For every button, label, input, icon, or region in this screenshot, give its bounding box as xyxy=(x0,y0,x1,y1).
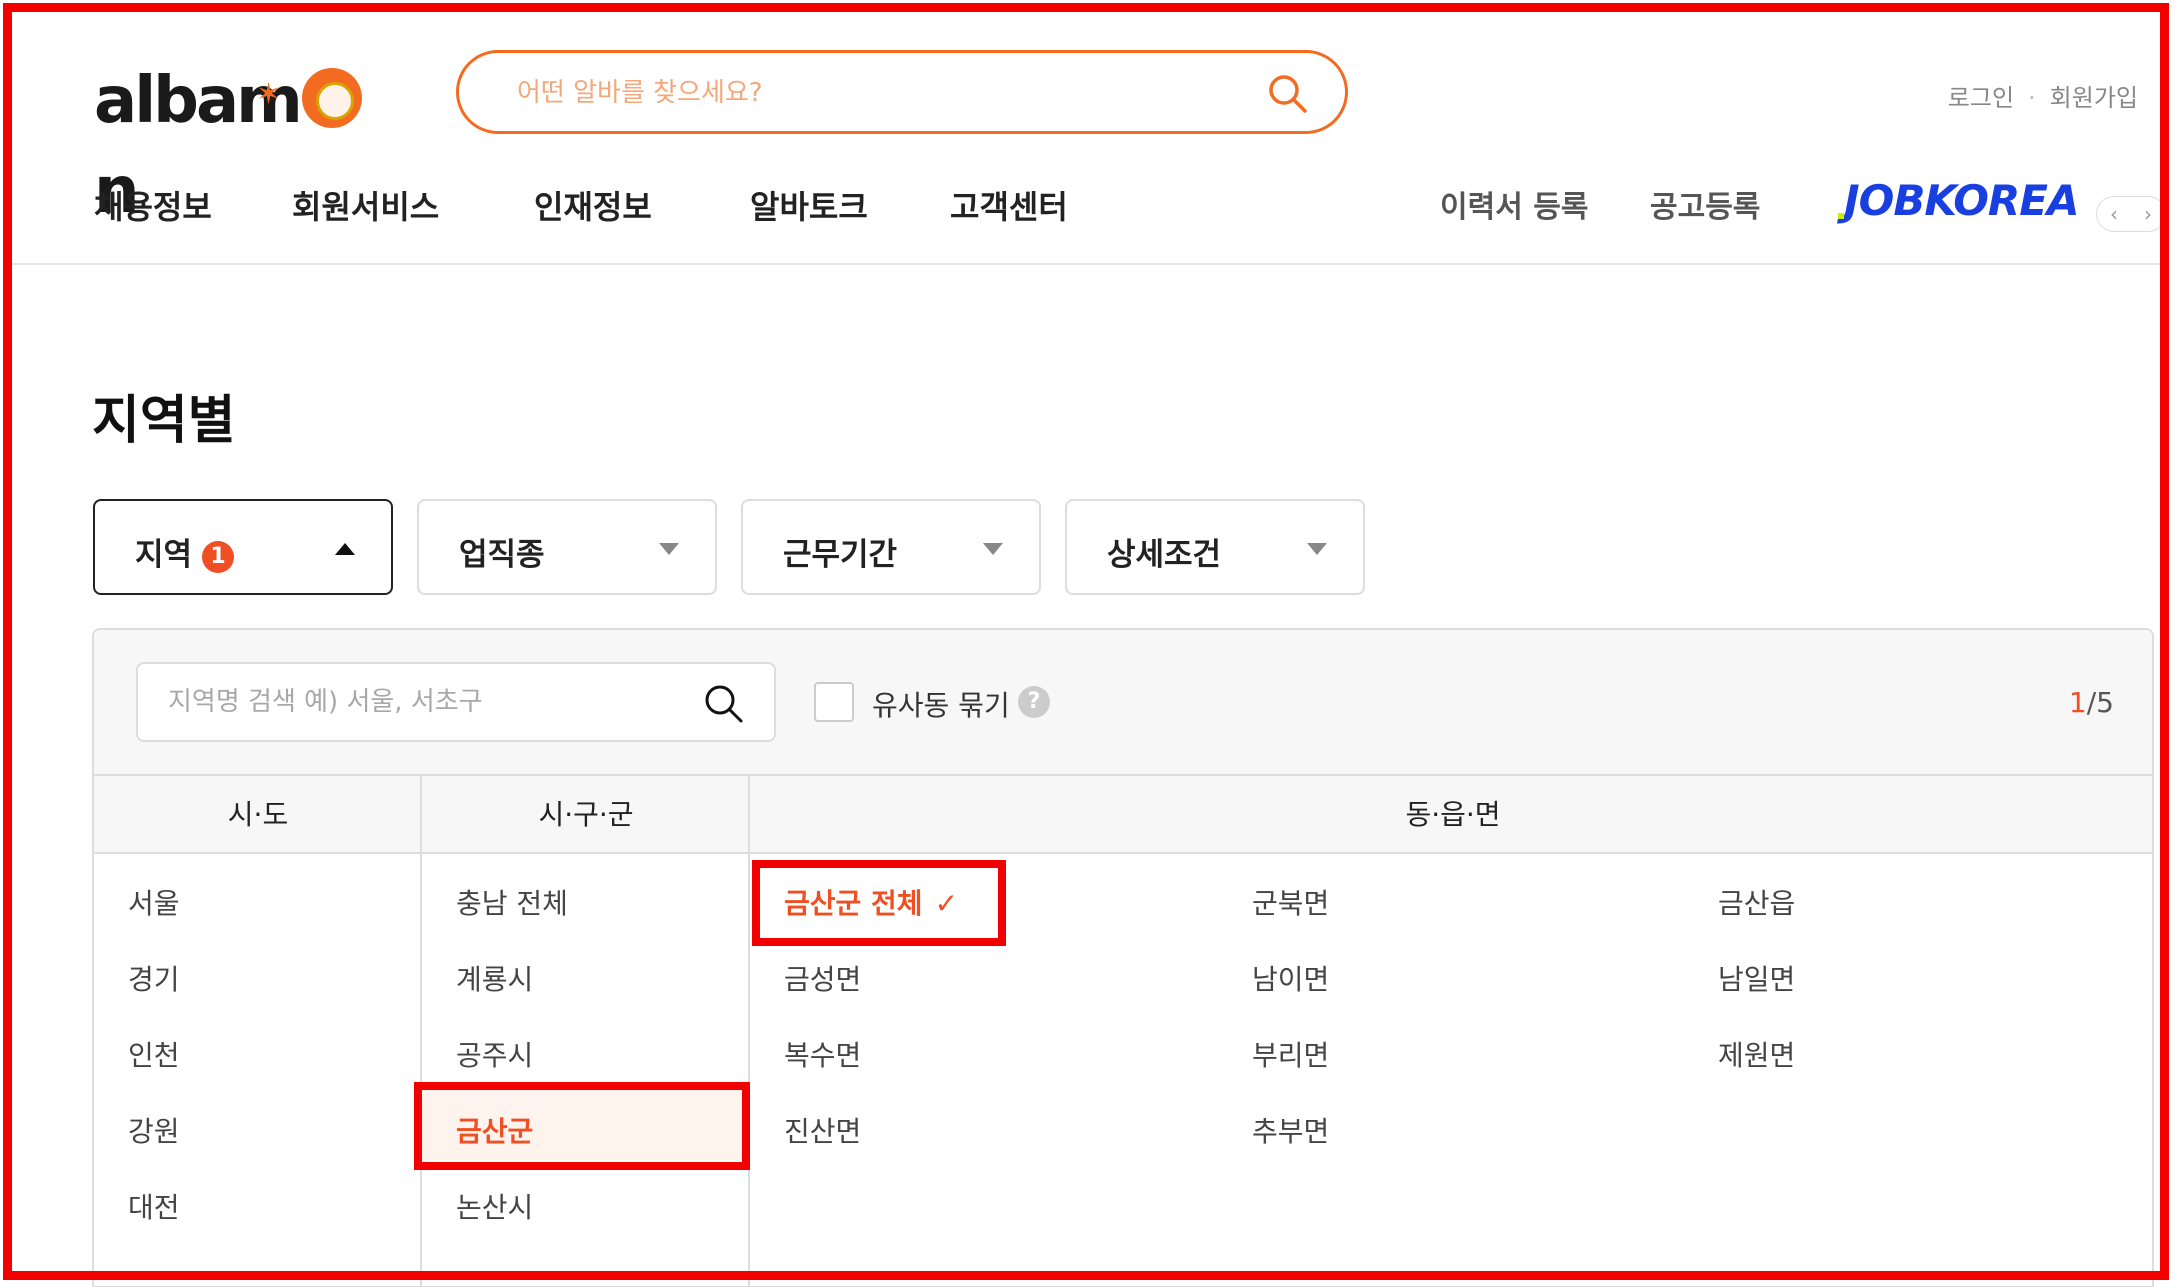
dong-item[interactable]: 추부면 xyxy=(1252,1110,1329,1150)
search-icon[interactable] xyxy=(702,682,744,724)
dong-item-selected[interactable]: 금산군 전체 ✓ xyxy=(784,882,958,922)
filter-work-period-label: 근무기간 xyxy=(783,537,898,573)
logo-mascot-icon xyxy=(301,68,362,128)
job-post-link[interactable]: 공고등록 xyxy=(1650,182,1760,226)
filter-region[interactable]: 지역 1 xyxy=(93,499,393,595)
column-divider xyxy=(420,776,422,1286)
dong-item[interactable]: 진산면 xyxy=(784,1110,861,1150)
signup-link[interactable]: 회원가입 xyxy=(2050,78,2138,113)
sido-item[interactable]: 서울 xyxy=(128,882,180,922)
main-search-input[interactable] xyxy=(517,69,1217,117)
sigungu-item[interactable]: 공주시 xyxy=(456,1034,533,1074)
nav-item-member-services[interactable]: 회원서비스 xyxy=(292,182,439,228)
dong-item[interactable]: 금성면 xyxy=(784,958,861,998)
region-search-input[interactable] xyxy=(168,682,688,722)
caret-down-icon xyxy=(1307,543,1327,555)
region-panel: 유사동 묶기 ? 1/5 시·도 시·구·군 동·읍·면 서울 경기 인천 강원… xyxy=(92,628,2154,1287)
dong-item[interactable]: 제원면 xyxy=(1718,1034,1795,1074)
logo-horns-icon: ✶ xyxy=(256,77,282,112)
filter-job-type-label: 업직종 xyxy=(459,537,545,573)
page-title: 지역별 xyxy=(92,391,236,451)
dong-item[interactable]: 군북면 xyxy=(1252,882,1329,922)
nav-item-support[interactable]: 고객센터 xyxy=(950,182,1068,228)
sido-item[interactable]: 강원 xyxy=(128,1110,180,1150)
sido-item[interactable]: 대전 xyxy=(128,1186,180,1226)
dong-item[interactable]: 남이면 xyxy=(1252,958,1329,998)
merge-similar-label[interactable]: 유사동 묶기 xyxy=(872,684,1010,724)
sido-item[interactable]: 경기 xyxy=(128,958,180,998)
filter-region-label: 지역 1 xyxy=(135,529,235,574)
column-divider xyxy=(748,776,750,1286)
column-header-dong: 동·읍·면 xyxy=(750,776,2152,854)
search-icon[interactable] xyxy=(1265,71,1309,115)
column-header-sigungu: 시·구·군 xyxy=(422,776,750,854)
chevron-left-icon[interactable]: ‹ xyxy=(2110,202,2118,226)
sigungu-item-selected[interactable]: 금산군 xyxy=(456,1110,533,1150)
site-header: albamn ✶ 로그인 · 회원가입 채용정보 회원서비스 인재정보 알바토크 고… xyxy=(12,12,2166,265)
chevron-right-icon[interactable]: › xyxy=(2144,202,2152,226)
nav-item-talent[interactable]: 인재정보 xyxy=(534,182,652,228)
filter-work-period[interactable]: 근무기간 xyxy=(741,499,1041,595)
nav-item-albatalk[interactable]: 알바토크 xyxy=(750,182,868,228)
merge-similar-checkbox[interactable] xyxy=(814,682,854,722)
login-link[interactable]: 로그인 xyxy=(1948,78,2014,113)
filter-detail-label: 상세조건 xyxy=(1107,537,1222,573)
caret-down-icon xyxy=(659,543,679,555)
region-search-box[interactable] xyxy=(136,662,776,742)
resume-register-link[interactable]: 이력서 등록 xyxy=(1440,182,1588,226)
dong-item[interactable]: 남일면 xyxy=(1718,958,1795,998)
albamon-logo[interactable]: albamn ✶ xyxy=(94,56,404,228)
filter-detail[interactable]: 상세조건 xyxy=(1065,499,1365,595)
auth-separator: · xyxy=(2028,84,2036,112)
filter-job-type[interactable]: 업직종 xyxy=(417,499,717,595)
auth-links: 로그인 · 회원가입 xyxy=(1948,78,2138,113)
help-icon[interactable]: ? xyxy=(1018,686,1050,718)
dong-item[interactable]: 부리면 xyxy=(1252,1034,1329,1074)
jobkorea-logo[interactable]: JOBKOREA xyxy=(1837,176,2079,225)
sigungu-item[interactable]: 충남 전체 xyxy=(456,882,568,922)
main-search-bar[interactable] xyxy=(456,50,1348,134)
check-icon: ✓ xyxy=(934,887,959,920)
nav-item-jobs[interactable]: 채용정보 xyxy=(94,182,212,228)
filter-count-badge: 1 xyxy=(202,541,235,573)
column-header-sido: 시·도 xyxy=(94,776,422,854)
region-panel-toolbar: 유사동 묶기 ? 1/5 xyxy=(94,630,2152,776)
sido-item[interactable]: 인천 xyxy=(128,1034,180,1074)
caret-up-icon xyxy=(335,543,355,555)
dong-item[interactable]: 복수면 xyxy=(784,1034,861,1074)
sigungu-item[interactable]: 논산시 xyxy=(456,1186,533,1226)
dong-item[interactable]: 금산읍 xyxy=(1718,882,1795,922)
selection-counter: 1/5 xyxy=(2068,686,2114,719)
caret-down-icon xyxy=(983,543,1003,555)
partner-carousel: ‹ › xyxy=(2096,196,2166,232)
sigungu-item[interactable]: 계룡시 xyxy=(456,958,533,998)
